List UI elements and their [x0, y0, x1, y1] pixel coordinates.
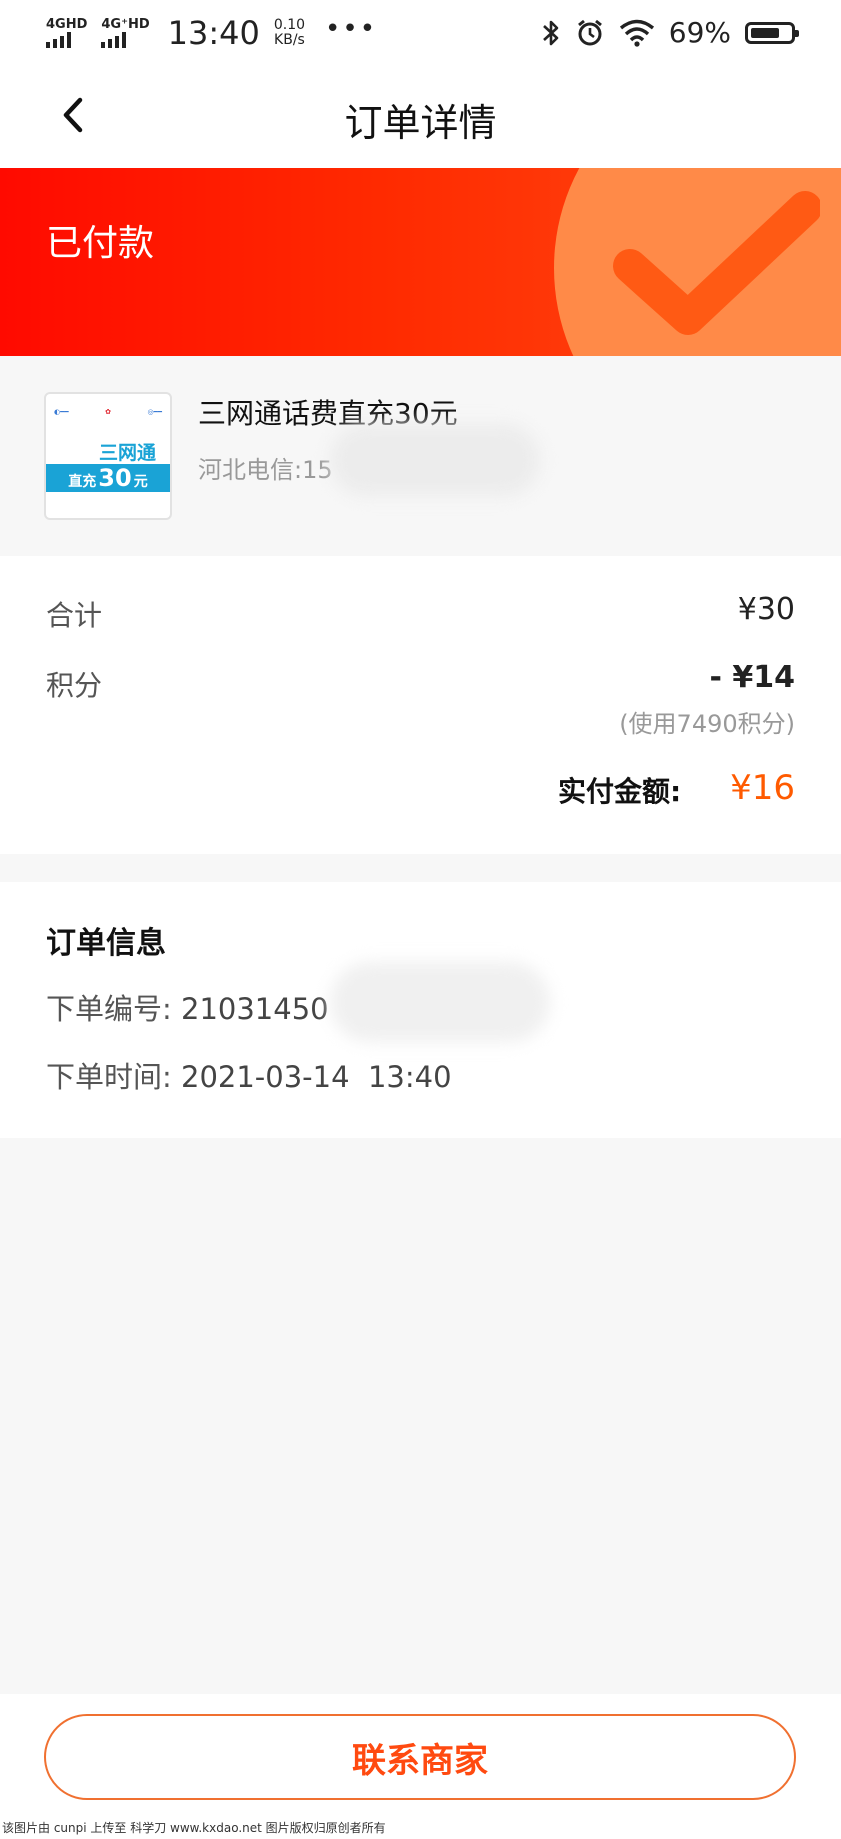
network-speed-unit: KB/s: [274, 32, 305, 48]
network-speed-value: 0.10: [273, 17, 306, 33]
thumb-network-text: 三网通: [98, 442, 156, 464]
redaction-blur: [330, 424, 540, 496]
amount-summary: 合计 ¥30 积分 - ¥14 (使用7490积分) 实付金额: ¥16: [0, 556, 841, 854]
status-bar-right: 69%: [541, 16, 799, 49]
payment-status-text: 已付款: [46, 223, 155, 264]
paid-amount-value: ¥16: [730, 768, 795, 808]
carrier-logos: ◐━━ ✿ ◎━━: [54, 404, 162, 420]
cellular-signal-1-icon: 4GHD: [46, 18, 87, 48]
thumb-band-prefix: 直充: [68, 474, 97, 490]
order-number-value[interactable]: 21031450: [181, 992, 329, 1026]
battery-icon: [745, 21, 799, 44]
cellular-signal-2-icon: 4G⁺HD: [101, 17, 150, 48]
carrier-logo-mobile-icon: ◎━━: [147, 408, 162, 416]
battery-percent: 69%: [668, 16, 731, 49]
nav-bar: 订单详情: [0, 64, 841, 168]
page-title: 订单详情: [344, 101, 497, 145]
order-info-title: 订单信息: [46, 926, 166, 961]
alarm-clock-icon: [577, 19, 602, 45]
total-value: ¥30: [737, 592, 795, 627]
status-time: 13:40: [167, 14, 260, 52]
thumb-band-suffix: 元: [133, 474, 148, 490]
order-time-row: 下单时间: 2021-03-14 13:40: [46, 1054, 452, 1096]
order-number-row: 下单编号: 21031450: [46, 986, 329, 1028]
thumb-band-amount: 30: [98, 464, 132, 492]
carrier-logo-unicom-icon: ✿: [105, 408, 111, 416]
order-time-value: 2021-03-14 13:40: [181, 1060, 452, 1094]
order-number-label: 下单编号:: [46, 992, 172, 1026]
status-bar: 4GHD 4G⁺HD 13:40 0.10 KB/s ••• 69%: [0, 0, 841, 64]
points-value: - ¥14: [709, 660, 795, 695]
order-info-section: 订单信息 下单编号: 21031450 下单时间: 2021-03-14 13:…: [0, 882, 841, 1138]
points-note: (使用7490积分): [619, 710, 795, 738]
redaction-blur: [330, 962, 550, 1042]
product-card[interactable]: ◐━━ ✿ ◎━━ 三网通 直充 30 元 三网通话费直充30元 河北电信:15: [0, 356, 841, 556]
wifi-icon: [619, 19, 654, 47]
signal1-label: 4GHD: [46, 17, 88, 32]
product-thumbnail: ◐━━ ✿ ◎━━ 三网通 直充 30 元: [44, 392, 172, 520]
watermark-footer: 该图片由 cunpi 上传至 科学刀 www.kxdao.net 图片版权归原创…: [0, 1818, 841, 1839]
signal2-label: 4G⁺HD: [101, 17, 150, 32]
carrier-logo-telecom-icon: ◐━━: [54, 408, 69, 416]
paid-amount-label: 实付金额:: [558, 775, 682, 808]
thumb-amount-band: 直充 30 元: [46, 464, 170, 492]
status-bar-left: 4GHD 4G⁺HD 13:40 0.10 KB/s •••: [46, 14, 377, 52]
order-time-label: 下单时间:: [46, 1060, 172, 1094]
contact-merchant-button[interactable]: 联系商家: [44, 1714, 796, 1800]
product-phone: 河北电信:15: [198, 456, 333, 484]
total-label: 合计: [46, 599, 103, 632]
checkmark-icon: [613, 191, 820, 335]
bluetooth-icon: [542, 20, 559, 45]
more-notifications-icon: •••: [325, 14, 378, 44]
points-label: 积分: [46, 669, 103, 702]
payment-status-banner: 已付款: [0, 168, 841, 356]
network-speed: 0.10 KB/s: [274, 18, 305, 48]
